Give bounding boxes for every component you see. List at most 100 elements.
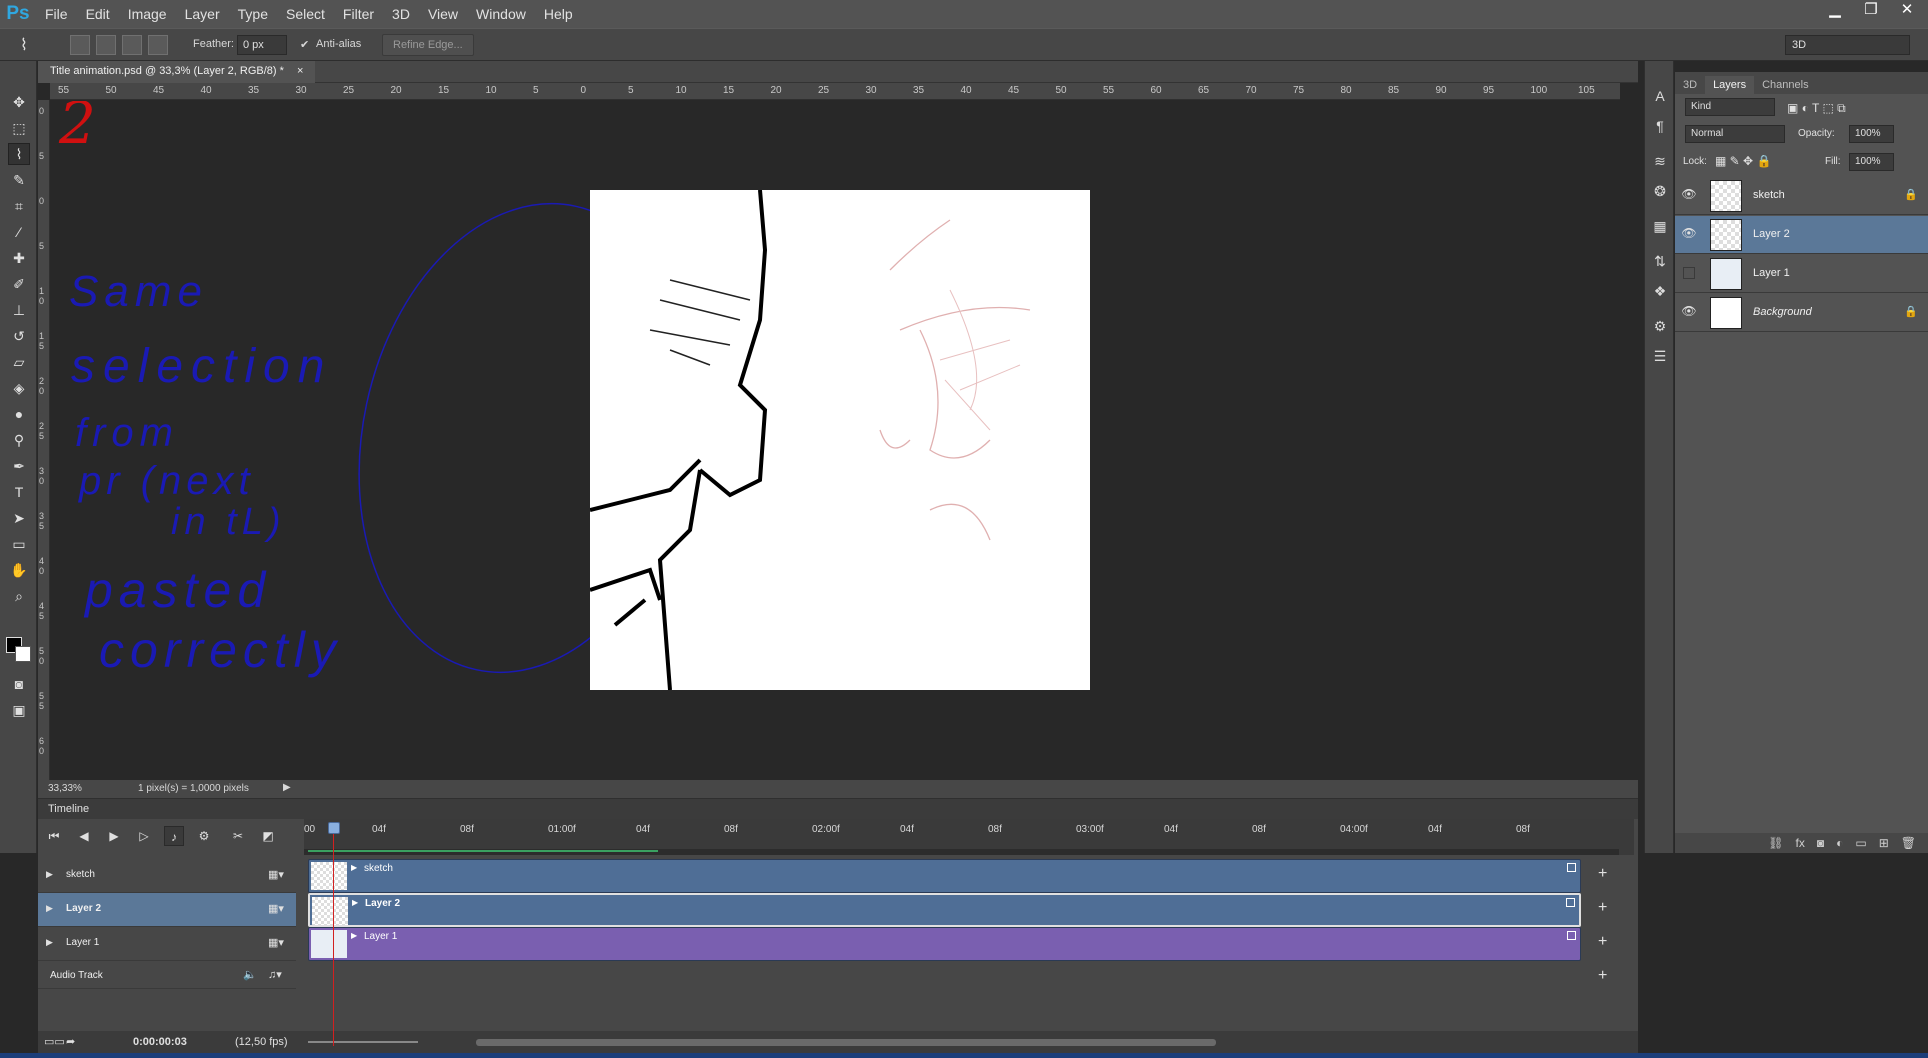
add-media-icon[interactable]: + — [1598, 865, 1607, 883]
layer-row-layer2[interactable]: 👁 Layer 2 — [1675, 216, 1928, 254]
actions-panel-icon[interactable]: ⚙ — [1650, 316, 1670, 336]
intersect-selection-icon[interactable] — [148, 35, 168, 55]
track-header-layer1[interactable]: ▶ Layer 1 ▦▾ — [38, 927, 296, 961]
history-panel-icon[interactable]: ⇅ — [1650, 251, 1670, 271]
zoom-level[interactable]: 33,33% — [48, 783, 82, 794]
expand-arrow-icon[interactable]: ▶ — [46, 869, 53, 880]
subtract-selection-icon[interactable] — [122, 35, 142, 55]
first-frame-icon[interactable]: ⏮ — [44, 826, 64, 846]
clip-expand-icon[interactable]: ▶ — [351, 931, 357, 940]
tab-layers[interactable]: Layers — [1705, 76, 1755, 94]
add-audio-icon[interactable]: + — [1598, 967, 1607, 985]
fill-input[interactable]: 100% — [1849, 153, 1894, 171]
settings-gear-icon[interactable]: ⚙ — [194, 826, 214, 846]
expand-arrow-icon[interactable]: ▶ — [46, 903, 53, 914]
document-canvas[interactable] — [589, 189, 1090, 691]
zoom-slider[interactable] — [308, 1041, 418, 1043]
adjustment-layer-icon[interactable]: ◐ — [1836, 836, 1843, 850]
kind-filter-select[interactable]: Kind — [1685, 98, 1775, 116]
timeline-scrollbar[interactable] — [476, 1039, 1216, 1046]
path-select-icon[interactable]: ➤ — [8, 507, 30, 529]
visibility-eye-icon[interactable]: 👁 — [1681, 304, 1697, 320]
film-icon[interactable]: ▦▾ — [268, 936, 284, 949]
zoom-tool-icon[interactable]: ⌕ — [8, 585, 30, 607]
background-color-swatch[interactable] — [15, 646, 31, 662]
film-icon[interactable]: ▦▾ — [268, 902, 284, 915]
new-layer-icon[interactable]: ⊞ — [1879, 836, 1889, 850]
clip-menu-icon[interactable] — [1566, 898, 1575, 907]
layer-row-layer1[interactable]: Layer 1 — [1675, 255, 1928, 293]
expand-arrow-icon[interactable]: ▶ — [46, 937, 53, 948]
character-panel-icon[interactable]: A — [1650, 86, 1670, 106]
split-scissors-icon[interactable]: ✂ — [228, 826, 248, 846]
healing-brush-icon[interactable]: ✚ — [8, 247, 30, 269]
menu-image[interactable]: Image — [119, 0, 176, 28]
screen-mode-icon[interactable]: ▣ — [8, 699, 30, 721]
lock-icons[interactable]: ▦ ✎ ✥ 🔒 — [1715, 154, 1771, 168]
music-note-icon[interactable]: ♫▾ — [268, 968, 282, 981]
pen-tool-icon[interactable]: ✒ — [8, 455, 30, 477]
hand-tool-icon[interactable]: ✋ — [8, 559, 30, 581]
tab-3d[interactable]: 3D — [1675, 76, 1705, 94]
menu-file[interactable]: File — [36, 0, 77, 28]
eyedropper-icon[interactable]: ⁄ — [8, 221, 30, 243]
menu-view[interactable]: View — [419, 0, 467, 28]
layer-row-sketch[interactable]: 👁 sketch 🔒 — [1675, 177, 1928, 215]
speaker-icon[interactable]: 🔈 — [243, 968, 257, 981]
menu-window[interactable]: Window — [467, 0, 535, 28]
visibility-off-box[interactable] — [1683, 267, 1695, 279]
styles-panel-icon[interactable]: ❖ — [1650, 281, 1670, 301]
type-tool-icon[interactable]: T — [8, 481, 30, 503]
visibility-eye-icon[interactable]: 👁 — [1681, 226, 1697, 242]
adjustments-panel-icon[interactable]: ☰ — [1650, 346, 1670, 366]
layer-row-background[interactable]: 👁 Background 🔒 — [1675, 294, 1928, 332]
playhead-handle[interactable] — [328, 822, 340, 834]
shape-tool-icon[interactable]: ▭ — [8, 533, 30, 555]
trash-icon[interactable]: 🗑 — [1901, 836, 1916, 850]
menu-help[interactable]: Help — [535, 0, 582, 28]
swatches-panel-icon[interactable]: ▦ — [1650, 216, 1670, 236]
clip-layer2[interactable]: ▶ Layer 2 — [308, 893, 1581, 927]
lasso-tool-icon[interactable]: ⌇ — [8, 143, 30, 165]
brush-panel-icon[interactable]: ≋ — [1650, 151, 1670, 171]
tab-channels[interactable]: Channels — [1754, 76, 1816, 94]
stamp-tool-icon[interactable]: ⊥ — [8, 299, 30, 321]
antialias-checkbox[interactable]: ✔ — [300, 38, 309, 51]
clip-menu-icon[interactable] — [1567, 863, 1576, 872]
frame-animation-icon[interactable]: ▭▭ — [44, 1035, 65, 1048]
status-menu-arrow-icon[interactable]: ▶ — [283, 782, 291, 793]
3d-panel-icon[interactable]: ❂ — [1650, 181, 1670, 201]
eraser-tool-icon[interactable]: ▱ — [8, 351, 30, 373]
marquee-tool-icon[interactable]: ⬚ — [8, 117, 30, 139]
filter-icons[interactable]: ▣ ◐ T ⬚ ⧉ — [1787, 101, 1846, 116]
next-frame-icon[interactable]: ▷ — [134, 826, 154, 846]
render-arrow-icon[interactable]: ➦ — [66, 1035, 75, 1048]
brush-tool-icon[interactable]: ✐ — [8, 273, 30, 295]
quick-mask-icon[interactable]: ◙ — [8, 673, 30, 695]
new-selection-icon[interactable] — [70, 35, 90, 55]
feather-input[interactable]: 0 px — [237, 35, 287, 55]
clip-menu-icon[interactable] — [1567, 931, 1576, 940]
blur-tool-icon[interactable]: ● — [8, 403, 30, 425]
workspace-select[interactable]: 3D — [1785, 35, 1910, 55]
canvas-area[interactable]: 2 Same selection from pr (next in tL) pa… — [51, 101, 1620, 780]
menu-edit[interactable]: Edit — [77, 0, 119, 28]
polygonal-lasso-icon[interactable]: ⌇ — [20, 35, 40, 55]
move-tool-icon[interactable]: ✥ — [8, 91, 30, 113]
clip-layer1[interactable]: ▶ Layer 1 — [308, 927, 1581, 961]
clip-expand-icon[interactable]: ▶ — [351, 863, 357, 872]
crop-tool-icon[interactable]: ⌗ — [8, 195, 30, 217]
close-icon[interactable]: ✕ — [1896, 0, 1918, 20]
maximize-icon[interactable]: ❐ — [1860, 0, 1882, 20]
minimize-icon[interactable]: ▁ — [1824, 0, 1846, 20]
fx-icon[interactable]: fx — [1796, 836, 1805, 850]
add-mask-icon[interactable]: ◙ — [1817, 836, 1824, 850]
play-icon[interactable]: ▶ — [104, 826, 124, 846]
refine-edge-button[interactable]: Refine Edge... — [382, 34, 474, 56]
add-to-selection-icon[interactable] — [96, 35, 116, 55]
blend-mode-select[interactable]: Normal — [1685, 125, 1785, 143]
menu-3d[interactable]: 3D — [383, 0, 419, 28]
dodge-tool-icon[interactable]: ⚲ — [8, 429, 30, 451]
track-header-layer2[interactable]: ▶ Layer 2 ▦▾ — [38, 893, 296, 927]
menu-select[interactable]: Select — [277, 0, 334, 28]
